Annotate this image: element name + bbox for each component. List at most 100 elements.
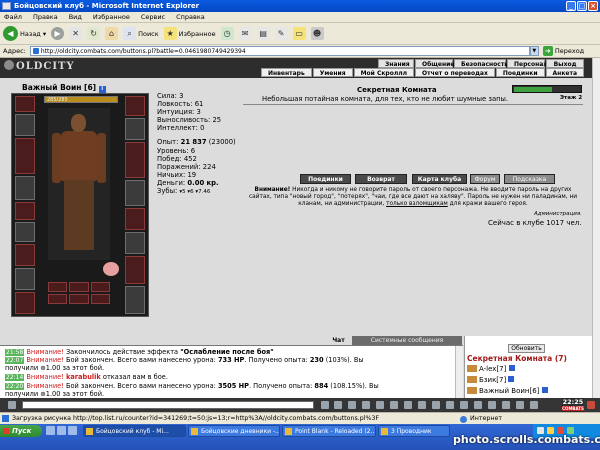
club-map-button[interactable]: Карта клуба [412, 174, 467, 184]
nav-security[interactable]: Безопасность [454, 59, 508, 68]
nav-battles[interactable]: Поединки [495, 68, 545, 77]
menu-favorites[interactable]: Избранное [93, 13, 130, 21]
pet-icon[interactable] [103, 262, 119, 276]
friends-icon[interactable] [404, 401, 412, 409]
smiley-icon[interactable] [8, 401, 16, 409]
stop-icon[interactable]: ✕ [69, 27, 83, 40]
return-button[interactable]: Возврат [355, 174, 407, 184]
online-user[interactable]: A-lex[7] [467, 365, 515, 373]
bracer-slot[interactable] [125, 118, 145, 140]
history-icon[interactable]: ◷ [220, 27, 234, 40]
leggings-slot[interactable] [125, 208, 145, 230]
info-icon[interactable] [508, 376, 515, 382]
hint-button[interactable]: Подсказка [504, 174, 555, 184]
maximize-button[interactable]: □ [577, 1, 587, 11]
nav-my-scroll[interactable]: Мой Скроллл [353, 68, 415, 77]
trade-icon[interactable] [488, 401, 496, 409]
send-icon[interactable] [321, 401, 329, 409]
online-user[interactable]: Важный Воин[6] [467, 387, 548, 395]
translit-icon[interactable] [348, 401, 356, 409]
nav-transfer-report[interactable]: Отчет о переводах [415, 68, 495, 77]
search-button[interactable]: ⌕ Поиск [123, 27, 159, 40]
refresh-chat-icon[interactable] [376, 401, 384, 409]
nav-skills[interactable]: Умения [312, 68, 353, 77]
weapon-slot[interactable] [15, 138, 35, 174]
menu-help[interactable]: Справка [176, 13, 205, 21]
boots-slot-left[interactable] [15, 268, 35, 290]
bottom-slot[interactable] [69, 282, 89, 292]
info-icon[interactable] [508, 365, 515, 371]
address-dropdown-icon[interactable]: ▼ [529, 46, 539, 56]
menu-view[interactable]: Вид [69, 13, 82, 21]
boots-slot[interactable] [125, 256, 145, 284]
home-icon[interactable]: ⌂ [105, 27, 119, 40]
money-icon[interactable] [530, 401, 538, 409]
menu-file[interactable]: Файл [4, 13, 22, 21]
tab-system-messages[interactable]: Системные сообщения [352, 336, 462, 345]
back-dropdown-icon[interactable]: ▾ [43, 30, 46, 38]
page-scrollbar[interactable] [592, 58, 600, 398]
info-icon[interactable] [541, 387, 548, 393]
refresh-button[interactable]: Обновить [508, 344, 545, 353]
filter-icon[interactable] [334, 401, 342, 409]
gloves-slot[interactable] [15, 244, 35, 266]
messenger-icon[interactable]: ☻ [310, 27, 324, 40]
battles-button[interactable]: Поединки [300, 174, 351, 184]
menu-edit[interactable]: Правка [33, 13, 58, 21]
info-icon[interactable]: i [98, 86, 106, 93]
private-icon[interactable] [474, 401, 482, 409]
chat-mode-icon[interactable] [460, 401, 468, 409]
bottom-slot[interactable] [48, 294, 68, 304]
bottom-slot[interactable] [90, 282, 110, 292]
mail-icon[interactable]: ✉ [238, 27, 252, 40]
close-button[interactable]: × [588, 1, 598, 11]
nav-profile[interactable]: Анкета [545, 68, 584, 77]
task-diaries[interactable]: Бойцовские дневники -... [188, 425, 280, 437]
helmet-slot[interactable] [125, 96, 145, 116]
quicklaunch-desktop-icon[interactable] [57, 426, 66, 435]
nav-communication[interactable]: Общение [415, 59, 454, 68]
ring-slot-right[interactable] [125, 232, 145, 254]
forward-arrow-icon[interactable]: ▶ [51, 27, 65, 40]
nav-knowledge[interactable]: Знания [378, 59, 414, 68]
character-name-text[interactable]: Важный Воин [22, 83, 81, 92]
bottom-slot[interactable] [48, 282, 68, 292]
quicklaunch-media-icon[interactable] [68, 426, 77, 435]
print-icon[interactable]: ▤ [256, 27, 270, 40]
character-name[interactable]: Важный Воин [6] i [22, 83, 106, 93]
bottom-slot[interactable] [90, 294, 110, 304]
sound-icon[interactable] [390, 401, 398, 409]
rune-slot[interactable] [15, 222, 35, 242]
amulet-slot[interactable] [15, 114, 35, 136]
task-combats-ie[interactable]: Бойцовский клуб - Mi... [83, 425, 186, 437]
bottom-slot[interactable] [69, 294, 89, 304]
ring-slot-left[interactable] [15, 292, 35, 314]
nav-exit[interactable]: Выход [546, 59, 584, 68]
nav-character[interactable]: Персонаж [507, 59, 549, 68]
chat-input[interactable] [22, 401, 314, 409]
quicklaunch-ie-icon[interactable] [46, 426, 55, 435]
offhand-slot[interactable] [125, 142, 145, 178]
battle-icon[interactable] [516, 401, 524, 409]
task-point-blank[interactable]: Point Blank - Reloaded (2... [282, 425, 376, 437]
favorites-button[interactable]: ★ Избранное [163, 27, 216, 40]
smiles-icon[interactable] [432, 401, 440, 409]
earring-slot[interactable] [15, 96, 35, 112]
task-explorer[interactable]: 3 Проводник [378, 425, 450, 437]
warning-link[interactable]: только взломщикам [386, 201, 448, 207]
menu-tools[interactable]: Сервис [141, 13, 165, 21]
speed-icon[interactable] [446, 401, 454, 409]
online-user[interactable]: Бзик[7] [467, 376, 515, 384]
sword-slot[interactable] [125, 286, 145, 314]
tab-chat[interactable]: Чат [325, 336, 352, 345]
refresh-icon[interactable]: ↻ [87, 27, 101, 40]
exit-chat-icon[interactable] [587, 401, 595, 409]
settings-icon[interactable] [418, 401, 426, 409]
go-button[interactable]: ➜ Переход [542, 46, 584, 56]
edit-icon[interactable]: ✎ [274, 27, 288, 40]
minimize-button[interactable]: _ [566, 1, 576, 11]
forum-button[interactable]: Форум [470, 174, 500, 184]
armor-slot[interactable] [15, 176, 35, 200]
start-button[interactable]: Пуск [0, 425, 42, 437]
address-input[interactable]: http://oldcity.combats.com/buttons.pl?ba… [29, 46, 530, 56]
